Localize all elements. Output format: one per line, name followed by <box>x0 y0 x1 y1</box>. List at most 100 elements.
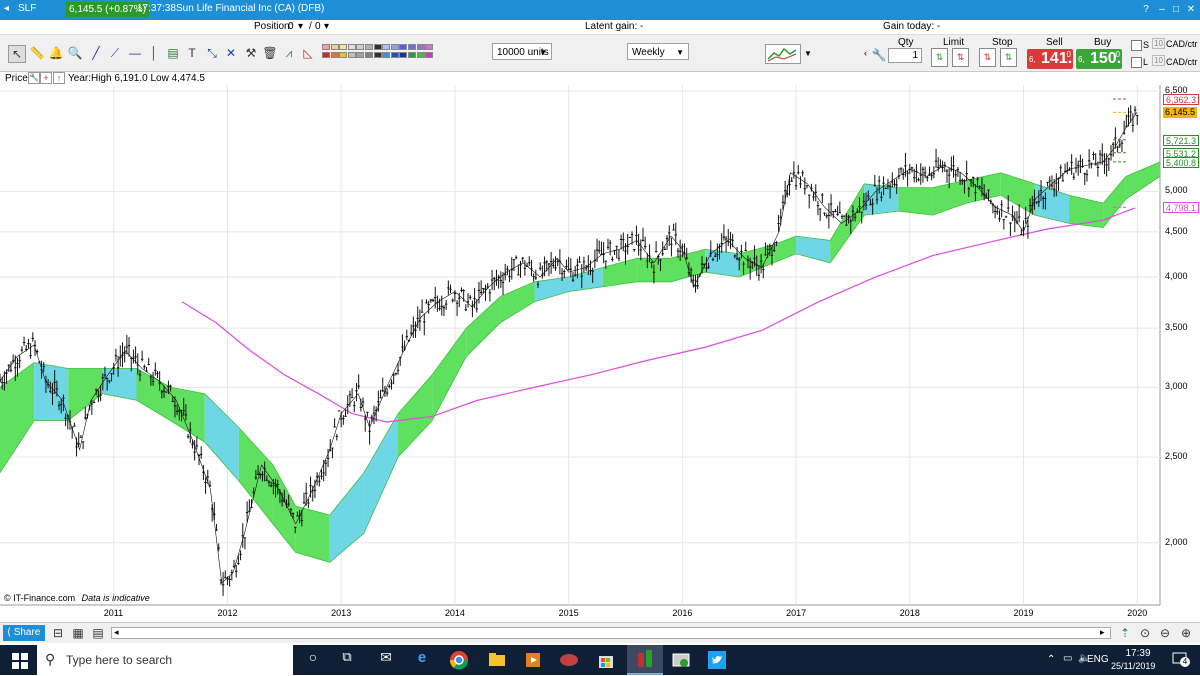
units-select[interactable]: 10000 units ▼ <box>492 43 552 60</box>
limit-sell-button[interactable]: ⇅ <box>952 48 969 67</box>
price-add-icon[interactable]: + <box>40 72 52 84</box>
color-swatch[interactable] <box>330 44 339 50</box>
color-swatch[interactable] <box>356 52 365 58</box>
vertical-line-icon[interactable]: │ <box>146 45 162 61</box>
layout-icon[interactable]: ⊟ <box>50 625 66 641</box>
scroll-left-icon[interactable]: ◂ <box>114 627 119 638</box>
panel-collapse-icon[interactable]: ‹ <box>864 35 868 71</box>
color-swatch[interactable] <box>408 44 416 50</box>
zoom-in-icon[interactable]: ⊕ <box>1178 625 1194 641</box>
task-view-icon[interactable]: ⧉ <box>336 649 358 671</box>
color-swatch[interactable] <box>322 44 330 50</box>
template-icon[interactable]: ▤ <box>90 625 106 641</box>
limit-buy-button[interactable]: ⇅ <box>931 48 948 67</box>
sell-button[interactable]: 6, 141. 0 <box>1027 49 1073 69</box>
line-tool-icon[interactable]: ╱ <box>88 45 104 61</box>
hammer-icon[interactable]: ⚒ <box>243 45 259 61</box>
ruler-icon[interactable]: 📏 <box>29 45 45 61</box>
maximize-button[interactable]: □ <box>1170 4 1182 15</box>
price-chart[interactable]: 6,500 5,000 4,500 4,000 3,500 3,000 2,500 2,000… <box>0 85 1200 620</box>
color-swatch[interactable] <box>416 44 425 50</box>
color-swatch[interactable] <box>347 44 356 50</box>
fit-icon[interactable]: ⇡ <box>1117 625 1133 641</box>
app-icon[interactable] <box>558 649 580 671</box>
triangle-tool-icon[interactable]: ◺ <box>300 45 316 61</box>
notifications-icon[interactable]: 4 <box>1172 651 1190 667</box>
color-swatch[interactable] <box>390 44 399 50</box>
zoom-out-icon[interactable]: ⊖ <box>1157 625 1173 641</box>
color-swatch[interactable] <box>356 44 365 50</box>
stop-buy-button[interactable]: ⇅ <box>979 48 996 67</box>
share-button[interactable]: ⟨ Share <box>3 625 45 641</box>
color-swatch[interactable] <box>382 52 391 58</box>
qty-input[interactable] <box>888 48 922 63</box>
network-icon[interactable]: ▭ <box>1063 653 1072 664</box>
clock-date[interactable]: 25/11/2019 <box>1111 661 1155 671</box>
help-icon[interactable]: ? <box>1140 4 1152 15</box>
trash-icon[interactable]: 🗑 <box>262 45 278 61</box>
twitter-icon[interactable] <box>706 649 728 671</box>
settings-wrench-icon[interactable]: 🔧 <box>871 47 887 63</box>
color-swatch[interactable] <box>390 52 399 58</box>
l-checkbox[interactable] <box>1131 57 1142 68</box>
color-swatch[interactable] <box>322 52 330 58</box>
ray-tool-icon[interactable]: ⟋ <box>107 45 123 61</box>
arrow-tool-icon[interactable]: ⤡ <box>204 45 220 61</box>
clock-time[interactable]: 17:39 <box>1121 648 1155 659</box>
color-swatch[interactable] <box>347 52 356 58</box>
fibonacci-icon[interactable]: ▤ <box>165 45 181 61</box>
store-icon[interactable] <box>595 649 617 671</box>
zoom-icon[interactable]: 🔍 <box>67 45 83 61</box>
scroll-thumb[interactable] <box>464 628 1184 638</box>
chart-type-button[interactable] <box>765 44 801 64</box>
horizontal-line-icon[interactable]: — <box>127 45 143 61</box>
minimize-button[interactable]: – <box>1156 4 1168 15</box>
price-expand-icon[interactable]: ↑ <box>53 72 65 84</box>
color-swatch[interactable] <box>408 52 416 58</box>
color-swatch[interactable] <box>365 52 373 58</box>
color-swatch[interactable] <box>425 52 434 58</box>
taskbar-search-box[interactable]: ⚲ Type here to search <box>37 645 293 675</box>
position-dropdown-2-icon[interactable]: ▾ <box>324 21 329 32</box>
color-swatch[interactable] <box>382 44 391 50</box>
bell-icon[interactable]: 🔔 <box>48 45 64 61</box>
mail-icon[interactable]: ✉ <box>375 649 397 671</box>
menu-arrow-icon[interactable]: ◂ <box>4 3 9 14</box>
period-select[interactable]: Weekly ▼ <box>627 43 689 60</box>
color-swatch[interactable] <box>339 52 348 58</box>
windows-start-icon[interactable] <box>9 649 31 671</box>
close-button[interactable]: ✕ <box>1185 4 1197 15</box>
cross-tool-icon[interactable]: ✕ <box>223 45 239 61</box>
scroll-right-icon[interactable]: ▸ <box>1100 627 1105 638</box>
language-indicator[interactable]: ENG <box>1087 654 1109 665</box>
edge-icon[interactable]: e <box>411 649 433 671</box>
horizontal-scrollbar[interactable]: ◂ ▸ <box>111 627 1111 639</box>
chrome-icon[interactable] <box>448 649 470 671</box>
color-swatch[interactable] <box>425 44 434 50</box>
color-swatch[interactable] <box>330 52 339 58</box>
color-swatch[interactable] <box>416 52 425 58</box>
text-tool-icon[interactable]: T <box>184 45 200 61</box>
position-dropdown-icon[interactable]: ▾ <box>298 21 303 32</box>
cursor-icon[interactable]: ↖ <box>8 45 26 63</box>
cortana-icon[interactable]: ○ <box>302 649 324 671</box>
s-checkbox[interactable] <box>1131 40 1142 51</box>
media-player-icon[interactable] <box>522 649 544 671</box>
app-window-icon[interactable] <box>670 649 692 671</box>
price-settings-icon[interactable]: 🔧 <box>28 72 40 84</box>
color-swatch[interactable] <box>339 44 348 50</box>
stop-sell-button[interactable]: ⇅ <box>1000 48 1017 67</box>
color-swatch[interactable] <box>399 52 408 58</box>
trading-app-taskbar-button[interactable] <box>627 645 663 675</box>
buy-button[interactable]: 6, 150. 0 <box>1076 49 1122 69</box>
grid-icon[interactable]: ▦ <box>70 625 86 641</box>
color-swatch[interactable] <box>373 52 382 58</box>
color-swatch[interactable] <box>365 44 373 50</box>
zoom-reset-icon[interactable]: ⊙ <box>1137 625 1153 641</box>
file-explorer-icon[interactable] <box>486 649 508 671</box>
chart-svg[interactable] <box>0 85 1200 620</box>
chart-type-dropdown-icon[interactable]: ▼ <box>804 49 812 58</box>
pattern-tool-icon[interactable]: ⩘ <box>281 45 297 61</box>
color-swatch[interactable] <box>399 44 408 50</box>
color-swatch[interactable] <box>373 44 382 50</box>
